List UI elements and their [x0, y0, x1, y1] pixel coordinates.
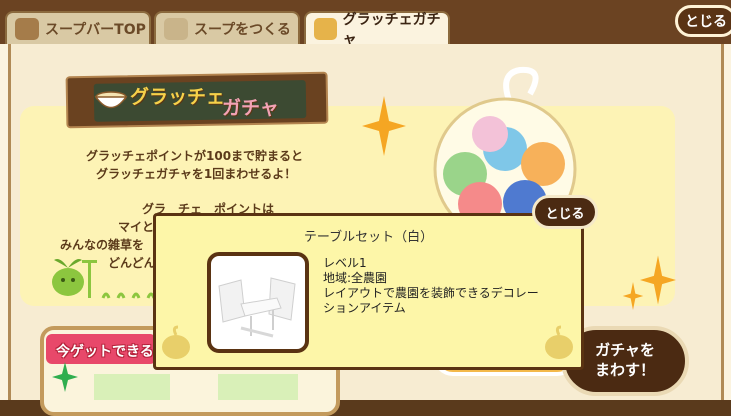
item-region: 地域:全農園	[323, 271, 388, 285]
gacha-icon	[314, 17, 337, 40]
item-thumbnail[interactable]	[218, 374, 298, 400]
sprout-character-icon	[52, 259, 156, 299]
tab-label: スープバーTOP	[45, 21, 146, 38]
tab-soup-bar-top[interactable]: スープバーTOP	[5, 11, 151, 44]
tab-gacha[interactable]: グラッチェガチャ	[304, 11, 450, 48]
sparkle-icon	[640, 255, 676, 305]
tab-label: グラッチェガチャ	[342, 11, 441, 48]
popup-close-button[interactable]: とじる	[532, 195, 598, 229]
soup-bowl-icon	[164, 17, 188, 40]
sparkle-icon	[622, 282, 644, 310]
gacha-description: グラッチェポイントが100まで貯まると グラッチェガチャを1回まわせるよ！	[86, 147, 303, 183]
game-window: スープバーTOP スープをつくる グラッチェガチャ とじる グラッチェ ガチャ …	[0, 0, 731, 416]
tab-bar: スープバーTOP スープをつくる グラッチェガチャ とじる	[0, 0, 731, 48]
green-sparkle-icon	[52, 362, 78, 392]
item-thumbnail[interactable]	[94, 374, 170, 400]
description-line: グラッチェポイントが100まで貯まると	[86, 149, 304, 163]
soup-bowl-icon	[94, 91, 128, 109]
tab-label: スープをつくる	[194, 21, 291, 38]
description-line: グラッチェガチャを1回まわせるよ！	[96, 167, 297, 181]
item-image	[207, 252, 309, 353]
banner-title-sub: ガチャ	[222, 97, 279, 119]
item-level: レベル1	[323, 256, 367, 270]
item-info: レベル1 地域:全農園 レイアウトで農園を装飾できるデコレーションアイテム	[323, 256, 543, 316]
tab-make-soup[interactable]: スープをつくる	[154, 11, 300, 44]
popup-title: テーブルセット（白）	[303, 230, 434, 245]
chick-silhouette-icon	[162, 325, 190, 359]
sparkle-icon	[362, 96, 406, 156]
chick-silhouette-icon	[545, 325, 573, 359]
item-description: レイアウトで農園を装飾できるデコレーションアイテム	[323, 286, 539, 315]
banner-title-main: グラッチェ	[130, 86, 226, 108]
soup-bar-icon	[15, 17, 39, 40]
table-set-icon	[218, 277, 296, 338]
close-button[interactable]: とじる	[675, 5, 731, 37]
available-items-label: 今ゲットできる	[56, 344, 154, 360]
item-detail-popup: テーブルセット（白） レベル1 地域:全農園 レイアウトで農園を装飾できるデコレ…	[153, 213, 584, 370]
